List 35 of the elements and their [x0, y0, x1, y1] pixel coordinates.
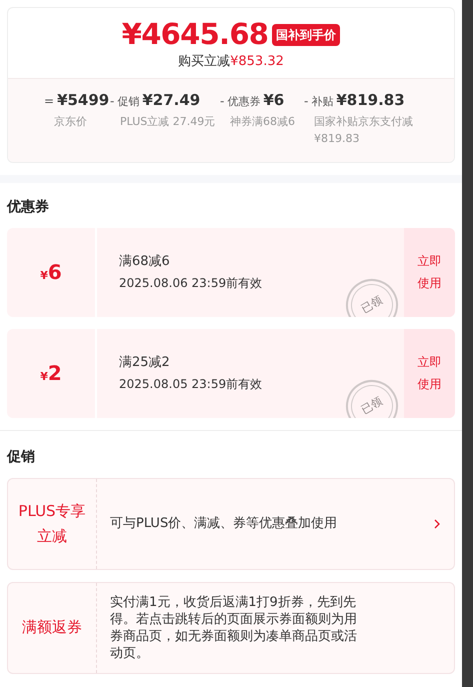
use-now-button[interactable]: 立即使用: [404, 328, 455, 418]
breakdown-label: 促销: [117, 94, 140, 110]
breakdown-label: 优惠券: [227, 94, 260, 110]
breakdown-note: 京东价: [53, 114, 88, 130]
operator-sign: -: [220, 92, 224, 110]
operator-sign: -: [110, 92, 114, 110]
coupon-condition: 满25减2: [119, 354, 171, 372]
promotion-tag: PLUS专享立减: [12, 498, 92, 548]
operator-sign: -: [304, 92, 308, 110]
breakdown-value: ¥27.49: [142, 90, 200, 110]
breakdown-value: ¥819.83: [336, 90, 405, 110]
scrollbar[interactable]: [462, 0, 473, 687]
saving-text: 购买立减¥853.32: [178, 53, 284, 71]
use-now-button[interactable]: 立即使用: [404, 228, 455, 316]
price-badge: 国补到手价: [272, 24, 340, 46]
section-title: 促销: [7, 448, 36, 466]
breakdown-value: ¥5499: [57, 90, 110, 110]
breakdown-note: 国家补贴京东支付减¥819.83: [313, 114, 414, 147]
breakdown-note: PLUS立减 27.49元: [119, 114, 216, 130]
breakdown-label: 补贴: [311, 94, 334, 110]
coupon-amount: ¥2: [40, 360, 62, 387]
coupon-validity: 2025.08.06 23:59前有效: [119, 275, 264, 292]
section-title: 优惠券: [7, 198, 50, 216]
promotion-description: 实付满1元，收货后返满1打9折券，先到先得。若点击跳转后的页面展示券面额则为用券商品页，如无券面额则为凑单商品页或活动页。: [110, 594, 358, 662]
coupon-validity: 2025.08.05 23:59前有效: [119, 376, 264, 394]
operator-sign: =: [44, 92, 54, 110]
coupon-condition: 满68减6: [119, 252, 171, 271]
promotion-tag: 满额返券: [22, 615, 82, 640]
final-price: ¥4645.68: [122, 20, 268, 49]
coupon-amount: ¥6: [40, 259, 62, 286]
breakdown-note: 神券满68减6: [229, 114, 296, 130]
breakdown-value: ¥6: [263, 90, 284, 110]
promotion-description: 可与PLUS价、满减、券等优惠叠加使用: [110, 515, 338, 532]
promotion-card[interactable]: 满额返券 实付满1元，收货后返满1打9折券，先到先得。若点击跳转后的页面展示券面额则为用券商品页，如无券面额则为凑单商品页或活动页。: [7, 582, 455, 674]
promotion-card[interactable]: PLUS专享立减 可与PLUS价、满减、券等优惠叠加使用: [7, 478, 455, 570]
